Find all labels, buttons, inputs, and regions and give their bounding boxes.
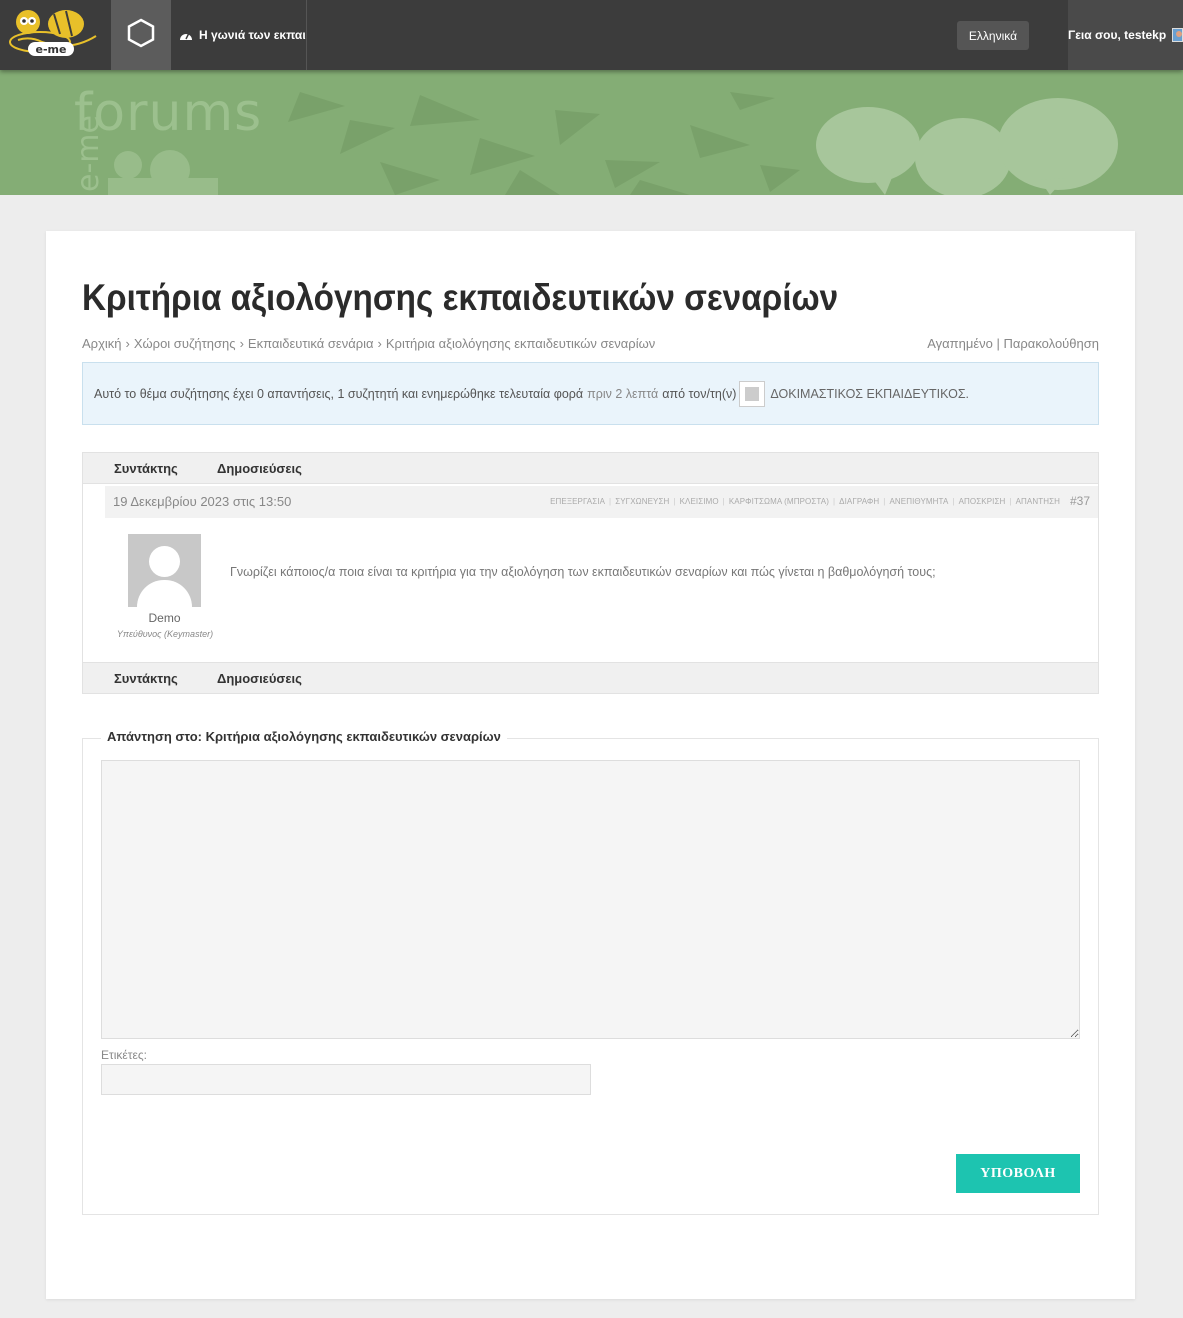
top-navigation-bar: e-me Η γωνιά των εκπαι... Ελληνικά Γεια … [0,0,1183,70]
column-author: Συντάκτης [114,461,178,476]
spam-link[interactable]: ΑΝΕΠΙΘΥΜΗΤΑ [889,497,948,506]
post-admin-links: ΕΠΕΞΕΡΓΑΣΙΑ | ΣΥΓΧΩΝΕΥΣΗ | ΚΛΕΙΣΙΜΟ | ΚΑΡΦΙΤΣΩ… [550,497,1060,506]
space-title: Η γωνιά των εκπαι... [199,28,307,42]
reply-form-legend: Απάντηση στο: Κριτήρια αξιολόγησης εκπαι… [101,729,507,744]
dashboard-gauge-icon [179,29,193,41]
banner-decoration: e-me [71,92,1118,195]
reply-form: Απάντηση στο: Κριτήρια αξιολόγησης εκπαι… [82,729,1099,1215]
banner-triangles [288,92,800,195]
author-name-link[interactable]: Demo [116,611,213,625]
column-posts: Δημοσιεύσεις [217,461,302,476]
post-header: 19 Δεκεμβρίου 2023 στις 13:50 ΕΠΕΞΕΡΓΑΣΙ… [105,486,1098,518]
notice-by: από τον/τη(ν) [662,386,737,401]
page-title: Κριτήρια αξιολόγησης εκπαιδευτικών σεναρ… [82,277,839,318]
breadcrumb-category[interactable]: Εκπαιδευτικά σενάρια [248,336,374,351]
topic-info-notice: Αυτό το θέμα συζήτησης έχει 0 απαντήσεις… [82,362,1099,425]
breadcrumb-separator: › [125,336,130,351]
author-avatar[interactable] [128,534,201,607]
post-item: 19 Δεκεμβρίου 2023 στις 13:50 ΕΠΕΞΕΡΓΑΣΙ… [82,484,1099,662]
e-me-logo[interactable]: e-me [0,0,110,70]
speech-bubbles-icon [816,98,1118,195]
replies-table-footer: Συντάκτης Δημοσιεύσεις [82,662,1099,694]
post-content: Γνωρίζει κάποιος/α ποια είναι τα κριτήρι… [230,565,936,579]
freshness-link[interactable]: πριν 2 λεπτά [587,387,658,401]
logo-text: e-me [36,43,67,56]
spaces-hexagon-button[interactable] [111,0,171,70]
breadcrumb-forums[interactable]: Χώροι συζήτησης [134,336,236,351]
topic-actions: Αγαπημένο | Παρακολούθηση [927,336,1099,351]
user-greeting: Γεια σου, testekp [1068,28,1167,42]
tags-label: Ετικέτες: [101,1048,147,1062]
unapprove-link[interactable]: ΑΠΟΣΚΡΙΣΗ [959,497,1006,506]
stick-link[interactable]: ΚΑΡΦΙΤΣΩΜΑ (ΜΠΡΟΣΤΑ) [729,497,829,506]
topic-card: Κριτήρια αξιολόγησης εκπαιδευτικών σεναρ… [46,231,1135,1299]
user-avatar [1172,28,1183,42]
forums-banner: forums e-me [0,70,1183,195]
breadcrumb-separator: › [239,336,244,351]
notice-text: Αυτό το θέμα συζήτησης έχει 0 απαντήσεις… [94,386,584,401]
author-role: Υπεύθυνος (Keymaster) [116,629,214,639]
submit-button[interactable]: ΥΠΟΒΟΛΗ [956,1154,1080,1193]
column-posts: Δημοσιεύσεις [217,671,302,686]
current-space-link[interactable]: Η γωνιά των εκπαι... [171,0,307,70]
language-selector-button[interactable]: Ελληνικά [957,21,1029,50]
post-permalink[interactable]: #37 [1070,494,1090,508]
replies-table-header: Συντάκτης Δημοσιεύσεις [82,452,1099,484]
breadcrumb-separator: › [377,336,382,351]
last-poster-avatar[interactable] [739,380,766,407]
last-poster-link[interactable]: ΔΟΚΙΜΑΣΤΙΚΟΣ ΕΚΠΑΙΔΕΥΤΙΚΟΣ. [770,387,969,401]
column-author: Συντάκτης [114,671,178,686]
banner-sub-text: e-me [71,115,106,192]
close-link[interactable]: ΚΛΕΙΣΙΜΟ [680,497,719,506]
breadcrumb: Αρχική › Χώροι συζήτησης › Εκπαιδευτικά σενά… [82,336,655,351]
tags-input[interactable] [101,1064,591,1095]
reply-textarea[interactable] [101,760,1080,1039]
banner-bee-shape [108,150,218,195]
post-date: 19 Δεκεμβρίου 2023 στις 13:50 [113,494,292,509]
edit-link[interactable]: ΕΠΕΞΕΡΓΑΣΙΑ [550,497,605,506]
delete-link[interactable]: ΔΙΑΓΡΑΦΗ [839,497,879,506]
hexagon-icon [127,18,155,53]
subscribe-link[interactable]: Παρακολούθηση [1004,336,1100,351]
user-menu[interactable]: Γεια σου, testekp [1068,0,1183,70]
favorite-link[interactable]: Αγαπημένο [927,336,993,351]
reply-link[interactable]: ΑΠΑΝΤΗΣΗ [1016,497,1060,506]
breadcrumb-current: Κριτήρια αξιολόγησης εκπαιδευτικών σεναρ… [385,336,656,351]
topic-actions-divider: | [996,336,1000,351]
merge-link[interactable]: ΣΥΓΧΩΝΕΥΣΗ [615,497,669,506]
breadcrumb-home[interactable]: Αρχική [82,336,122,351]
